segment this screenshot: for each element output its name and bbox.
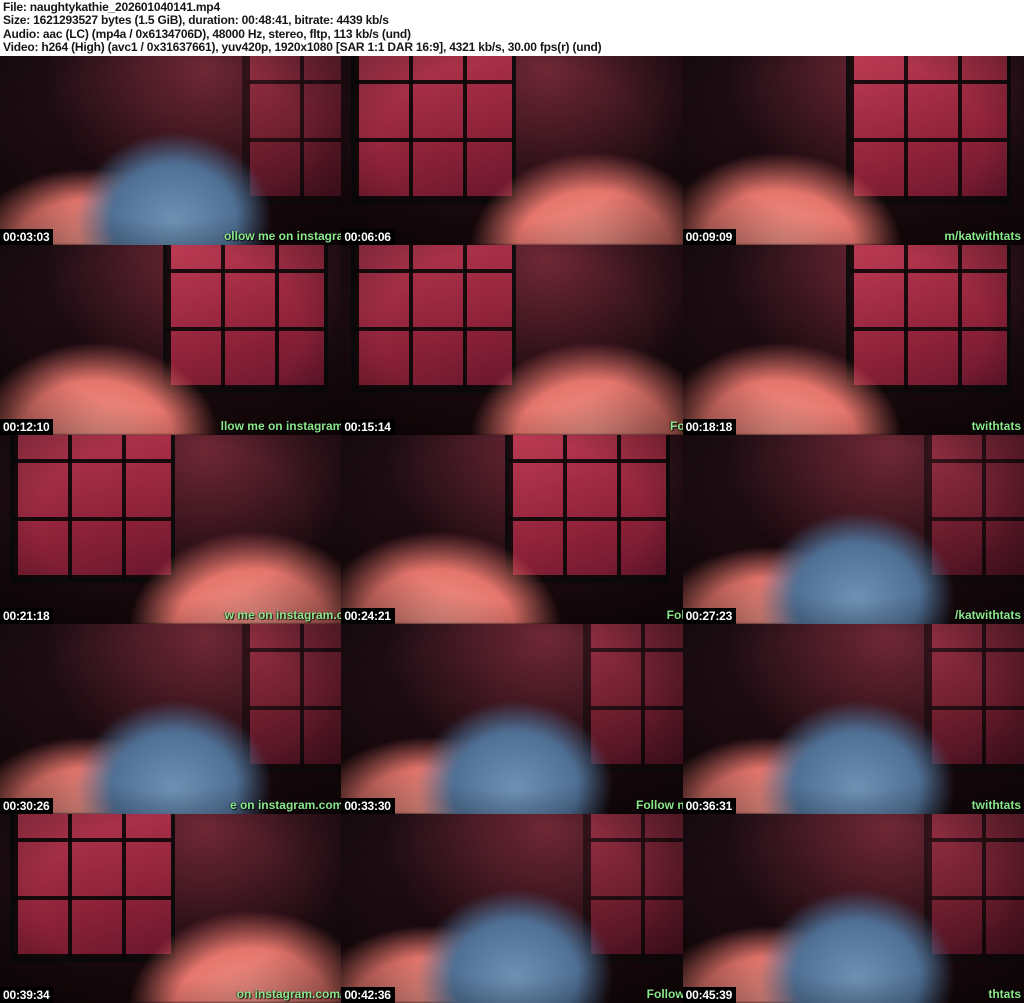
overlay-text: m/katwithtats xyxy=(944,229,1021,244)
timestamp-label: 00:15:14 xyxy=(341,418,395,435)
vignette-overlay xyxy=(0,813,342,1003)
timestamp-label: 00:42:36 xyxy=(341,986,395,1003)
video-thumbnail: e on instagram.com 00:30:26 xyxy=(0,624,342,814)
overlay-text: /katwithtats xyxy=(954,608,1021,623)
video-thumbnail: twithtats 00:36:31 xyxy=(682,624,1024,814)
audio-info-line: Audio: aac (LC) (mp4a / 0x6134706D), 480… xyxy=(3,26,411,41)
timestamp-label: 00:27:23 xyxy=(682,608,737,625)
video-thumbnail: thtats 00:45:39 xyxy=(682,813,1024,1003)
vignette-overlay xyxy=(0,434,342,625)
timestamp-label: 00:06:06 xyxy=(341,229,395,246)
video-thumbnail: ollow me on instagra 00:03:03 xyxy=(0,56,342,246)
timestamp-label: 00:09:09 xyxy=(682,229,737,246)
timestamp-label: 00:39:34 xyxy=(0,986,54,1003)
video-thumbnail: Fol 00:24:21 xyxy=(341,434,683,625)
timestamp-label: 00:12:10 xyxy=(0,418,54,435)
video-thumbnail: w me on instagram.c 00:21:18 xyxy=(0,434,342,625)
file-size-line: Size: 1621293527 bytes (1.5 GiB), durati… xyxy=(3,13,389,28)
video-thumbnail: on instagram.com/ 00:39:34 xyxy=(0,813,342,1003)
timestamp-label: 00:24:21 xyxy=(341,608,395,625)
video-thumbnail: Follow n 00:33:30 xyxy=(341,624,683,814)
media-info-header: File: naughtykathie_202601040141.mp4 Siz… xyxy=(0,0,1024,56)
timestamp-label: 00:36:31 xyxy=(682,797,737,814)
timestamp-label: 00:03:03 xyxy=(0,229,54,246)
video-thumbnail: Follow 00:42:36 xyxy=(341,813,683,1003)
vignette-overlay xyxy=(682,434,1024,625)
overlay-text: twithtats xyxy=(971,797,1021,812)
contact-sheet: File: naughtykathie_202601040141.mp4 Siz… xyxy=(0,0,1024,1003)
vignette-overlay xyxy=(341,56,683,246)
vignette-overlay xyxy=(682,813,1024,1003)
overlay-text: llow me on instagram xyxy=(220,418,342,433)
vignette-overlay xyxy=(682,624,1024,814)
overlay-text: Fol xyxy=(666,608,683,623)
overlay-text: Follow xyxy=(646,986,683,1001)
video-thumbnail: llow me on instagram 00:12:10 xyxy=(0,245,342,435)
video-thumbnail: 00:06:06 xyxy=(341,56,683,246)
vignette-overlay xyxy=(682,245,1024,435)
timestamp-label: 00:18:18 xyxy=(682,418,737,435)
video-thumbnail: Fo 00:15:14 xyxy=(341,245,683,435)
vignette-overlay xyxy=(341,813,683,1003)
overlay-text: thtats xyxy=(988,986,1021,1001)
vignette-overlay xyxy=(341,434,683,625)
vignette-overlay xyxy=(0,56,342,246)
video-thumbnail: /katwithtats 00:27:23 xyxy=(682,434,1024,625)
timestamp-label: 00:33:30 xyxy=(341,797,395,814)
thumbnail-grid: ollow me on instagra 00:03:03 00:06:06 m… xyxy=(0,56,1024,1003)
video-thumbnail: twithtats 00:18:18 xyxy=(682,245,1024,435)
overlay-text: e on instagram.com xyxy=(229,797,342,812)
overlay-text: ollow me on instagra xyxy=(223,229,342,244)
timestamp-label: 00:45:39 xyxy=(682,986,737,1003)
vignette-overlay xyxy=(682,56,1024,246)
timestamp-label: 00:21:18 xyxy=(0,608,54,625)
video-thumbnail: m/katwithtats 00:09:09 xyxy=(682,56,1024,246)
overlay-text: Fo xyxy=(669,418,683,433)
file-name-line: File: naughtykathie_202601040141.mp4 xyxy=(3,0,220,14)
vignette-overlay xyxy=(341,624,683,814)
overlay-text: on instagram.com/ xyxy=(236,986,342,1001)
vignette-overlay xyxy=(341,245,683,435)
vignette-overlay xyxy=(0,624,342,814)
vignette-overlay xyxy=(0,245,342,435)
video-info-line: Video: h264 (High) (avc1 / 0x31637661), … xyxy=(3,40,602,55)
overlay-text: twithtats xyxy=(971,418,1021,433)
timestamp-label: 00:30:26 xyxy=(0,797,54,814)
overlay-text: Follow n xyxy=(636,797,683,812)
overlay-text: w me on instagram.c xyxy=(224,608,342,623)
